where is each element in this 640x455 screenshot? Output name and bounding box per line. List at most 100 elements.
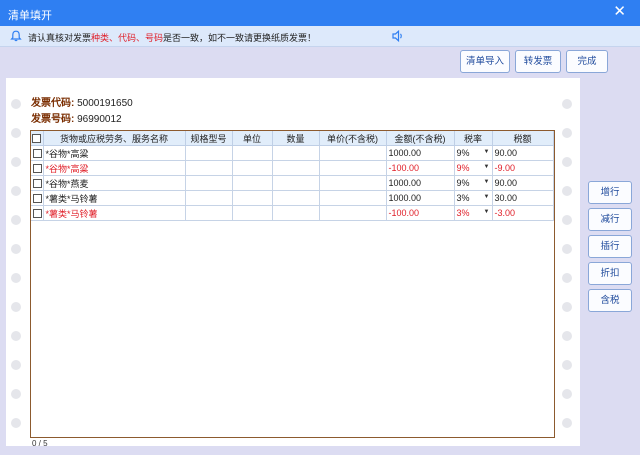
row-checkbox[interactable]: [33, 209, 42, 219]
done-button[interactable]: 完成: [566, 50, 608, 73]
table-header-row: 货物或应税劳务、服务名称 规格型号 单位 数量 单价(不含税) 金额(不含税) …: [31, 131, 554, 146]
row-select-cell: [31, 145, 44, 161]
amount-cell[interactable]: -100.00: [386, 205, 455, 221]
invoice-number-value: 96990012: [77, 114, 122, 125]
quantity-cell[interactable]: [272, 145, 320, 161]
discount-button[interactable]: 折扣: [588, 262, 632, 285]
row-checkbox[interactable]: [33, 164, 42, 174]
row-select-cell: [31, 175, 44, 191]
tax-amount-cell[interactable]: -3.00: [492, 205, 554, 221]
table-row[interactable]: *谷物*燕麦 1000.00 9% ▼ 90.00: [31, 175, 554, 191]
quantity-cell[interactable]: [272, 205, 320, 221]
invoice-code-label: 发票代码:: [31, 98, 75, 109]
row-checkbox[interactable]: [33, 194, 42, 204]
chevron-down-icon[interactable]: ▼: [484, 149, 490, 155]
column-header: 货物或应税劳务、服务名称: [43, 131, 186, 146]
unit-cell[interactable]: [232, 190, 273, 206]
punch-hole: [562, 389, 572, 399]
punch-hole: [562, 244, 572, 254]
speaker-icon[interactable]: [391, 29, 405, 43]
item-name-cell[interactable]: *谷物*高粱: [43, 160, 186, 176]
tax-rate-select[interactable]: 3% ▼: [454, 190, 493, 206]
punch-hole: [11, 128, 21, 138]
unit-cell[interactable]: [232, 160, 273, 176]
item-name-cell[interactable]: *薯类*马铃薯: [43, 190, 186, 206]
quantity-cell[interactable]: [272, 190, 320, 206]
insert-row-button[interactable]: 插行: [588, 235, 632, 258]
unit-price-cell[interactable]: [319, 160, 387, 176]
spec-cell[interactable]: [185, 175, 233, 191]
tax-rate-select[interactable]: 9% ▼: [454, 160, 493, 176]
unit-cell[interactable]: [232, 175, 273, 191]
unit-price-cell[interactable]: [319, 175, 387, 191]
table-row[interactable]: *薯类*马铃薯 1000.00 3% ▼ 30.00: [31, 190, 554, 206]
notice-suffix: 是否一致，如不一致请更换纸质发票！: [163, 33, 317, 43]
amount-cell[interactable]: 1000.00: [386, 175, 455, 191]
chevron-down-icon[interactable]: ▼: [484, 179, 490, 185]
invoice-paper: 发票代码: 5000191650 发票号码: 96990012 货物或应税劳务、…: [6, 78, 580, 446]
punch-hole: [562, 331, 572, 341]
punch-hole: [11, 389, 21, 399]
tax-rate-select[interactable]: 3% ▼: [454, 205, 493, 221]
delete-row-button[interactable]: 减行: [588, 208, 632, 231]
row-select-cell: [31, 205, 44, 221]
tax-rate-select[interactable]: 9% ▼: [454, 145, 493, 161]
column-header: 税率: [454, 131, 493, 146]
chevron-down-icon[interactable]: ▼: [484, 209, 490, 215]
unit-price-cell[interactable]: [319, 205, 387, 221]
amount-cell[interactable]: 1000.00: [386, 145, 455, 161]
amount-cell[interactable]: -100.00: [386, 160, 455, 176]
amount-cell[interactable]: 1000.00: [386, 190, 455, 206]
punch-hole: [11, 331, 21, 341]
item-name-cell[interactable]: *谷物*高粱: [43, 145, 186, 161]
column-header: 规格型号: [185, 131, 233, 146]
tax-rate-select[interactable]: 9% ▼: [454, 175, 493, 191]
invoice-number-label: 发票号码:: [31, 114, 75, 125]
punch-hole: [562, 418, 572, 428]
column-header: 税额: [492, 131, 554, 146]
item-name-cell[interactable]: *薯类*马铃薯: [43, 205, 186, 221]
unit-cell[interactable]: [232, 205, 273, 221]
punch-hole: [11, 302, 21, 312]
punch-hole: [11, 157, 21, 167]
notice-message: 请认真核对发票种类、代码、号码是否一致，如不一致请更换纸质发票！: [28, 31, 316, 44]
spec-cell[interactable]: [185, 160, 233, 176]
table-row[interactable]: *谷物*高粱 1000.00 9% ▼ 90.00: [31, 145, 554, 161]
chevron-down-icon[interactable]: ▼: [484, 194, 490, 200]
unit-cell[interactable]: [232, 145, 273, 161]
column-header: 单位: [232, 131, 273, 146]
item-name-cell[interactable]: *谷物*燕麦: [43, 175, 186, 191]
tax-amount-cell[interactable]: 90.00: [492, 175, 554, 191]
punch-hole: [11, 360, 21, 370]
quantity-cell[interactable]: [272, 175, 320, 191]
tax-inclusive-button[interactable]: 含税: [588, 289, 632, 312]
spec-cell[interactable]: [185, 190, 233, 206]
notice-highlight: 种类、代码、号码: [91, 33, 164, 43]
spec-cell[interactable]: [185, 145, 233, 161]
unit-price-cell[interactable]: [319, 145, 387, 161]
convert-invoice-button[interactable]: 转发票: [515, 50, 561, 73]
window-title: 清单填开: [8, 10, 52, 22]
tax-amount-cell[interactable]: 30.00: [492, 190, 554, 206]
punch-hole: [562, 99, 572, 109]
row-checkbox[interactable]: [33, 149, 42, 159]
punch-hole: [11, 418, 21, 428]
spec-cell[interactable]: [185, 205, 233, 221]
punch-hole: [11, 186, 21, 196]
select-all-checkbox[interactable]: [32, 134, 42, 144]
table-row[interactable]: *谷物*高粱 -100.00 9% ▼ -9.00: [31, 160, 554, 176]
unit-price-cell[interactable]: [319, 190, 387, 206]
list-import-button[interactable]: 清单导入: [460, 50, 510, 73]
tax-amount-cell[interactable]: 90.00: [492, 145, 554, 161]
tax-rate-value: 9%: [456, 163, 470, 173]
notice-bar: 请认真核对发票种类、代码、号码是否一致，如不一致请更换纸质发票！: [0, 26, 640, 47]
chevron-down-icon[interactable]: ▼: [484, 164, 490, 170]
close-icon[interactable]: ✕: [613, 3, 626, 21]
tax-amount-cell[interactable]: -9.00: [492, 160, 554, 176]
row-checkbox[interactable]: [33, 179, 42, 189]
invoice-code-row: 发票代码: 5000191650: [31, 94, 133, 109]
table-row[interactable]: *薯类*马铃薯 -100.00 3% ▼ -3.00: [31, 205, 554, 221]
add-row-button[interactable]: 增行: [588, 181, 632, 204]
quantity-cell[interactable]: [272, 160, 320, 176]
punch-hole: [11, 273, 21, 283]
